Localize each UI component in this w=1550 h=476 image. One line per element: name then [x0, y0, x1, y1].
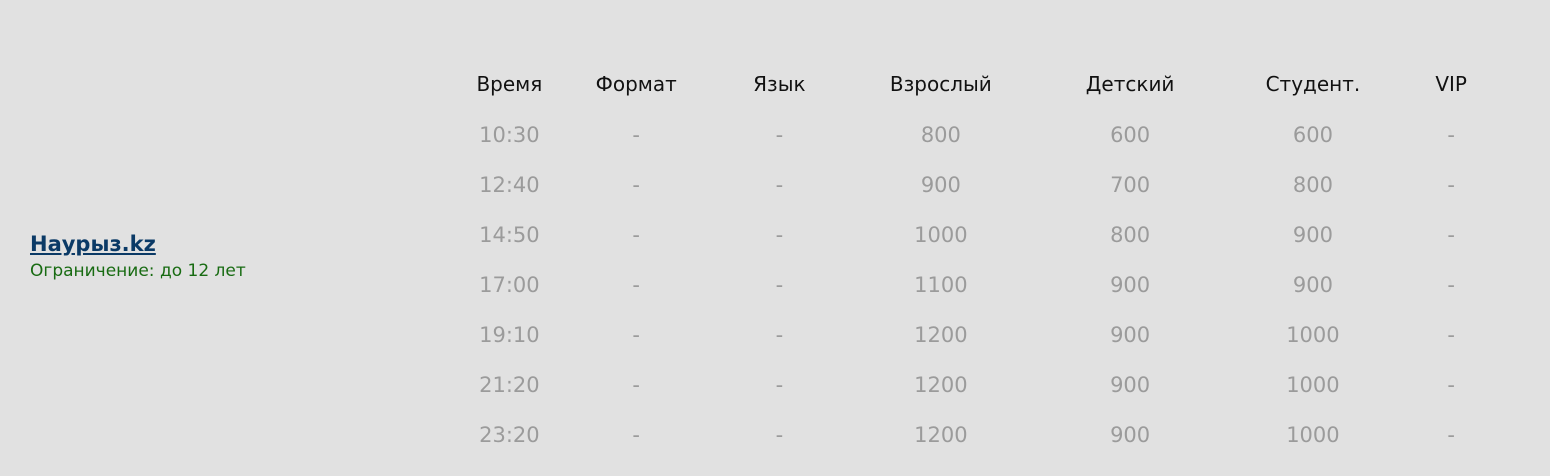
cell-child-price: 900	[1110, 423, 1151, 447]
header-format: Формат	[595, 72, 677, 96]
cell-student-price: 1000	[1286, 323, 1340, 347]
table-row: 12:40 - - 900 700 800 -	[440, 160, 1520, 210]
cell-language: -	[775, 373, 784, 397]
header-time: Время	[476, 72, 543, 96]
cell-time: 19:10	[479, 323, 540, 347]
cell-vip-price: -	[1447, 373, 1455, 397]
header-student: Студент.	[1265, 72, 1361, 96]
schedule-header-row: Время Формат Язык Взрослый Детский Студе…	[440, 58, 1520, 110]
cell-time: 21:20	[479, 373, 540, 397]
cell-time: 17:00	[479, 273, 540, 297]
cell-language: -	[775, 173, 784, 197]
cell-language: -	[775, 123, 784, 147]
cell-vip-price: -	[1447, 423, 1455, 447]
movie-info: Наурыз.kz Ограничение: до 12 лет	[30, 230, 246, 283]
cell-time: 23:20	[479, 423, 540, 447]
header-adult: Взрослый	[889, 72, 992, 96]
cell-language: -	[775, 323, 784, 347]
cell-format: -	[632, 173, 640, 197]
cell-vip-price: -	[1447, 323, 1455, 347]
header-language: Язык	[753, 72, 806, 96]
header-child: Детский	[1085, 72, 1175, 96]
cell-language: -	[775, 223, 784, 247]
cell-time: 10:30	[479, 123, 540, 147]
cell-format: -	[632, 423, 640, 447]
age-restriction: Ограничение: до 12 лет	[30, 261, 246, 281]
cell-child-price: 800	[1110, 223, 1151, 247]
table-row: 21:20 - - 1200 900 1000 -	[440, 360, 1520, 410]
header-vip: VIP	[1435, 72, 1467, 96]
cell-adult-price: 1200	[914, 373, 968, 397]
cell-format: -	[632, 123, 640, 147]
table-row: 17:00 - - 1100 900 900 -	[440, 260, 1520, 310]
table-row: 14:50 - - 1000 800 900 -	[440, 210, 1520, 260]
schedule-table: Время Формат Язык Взрослый Детский Студе…	[440, 58, 1520, 460]
cell-time: 12:40	[479, 173, 540, 197]
cell-student-price: 1000	[1286, 373, 1340, 397]
cell-time: 14:50	[479, 223, 540, 247]
cell-child-price: 900	[1110, 273, 1151, 297]
cell-adult-price: 800	[920, 123, 961, 147]
cell-format: -	[632, 273, 640, 297]
cell-student-price: 800	[1292, 173, 1333, 197]
cell-format: -	[632, 373, 640, 397]
cell-child-price: 700	[1110, 173, 1151, 197]
cell-vip-price: -	[1447, 123, 1455, 147]
cell-child-price: 900	[1110, 323, 1151, 347]
cell-student-price: 600	[1292, 123, 1333, 147]
cell-adult-price: 1200	[914, 323, 968, 347]
cell-vip-price: -	[1447, 223, 1455, 247]
movie-title-link[interactable]: Наурыз.kz	[30, 230, 246, 258]
table-row: 19:10 - - 1200 900 1000 -	[440, 310, 1520, 360]
cell-adult-price: 1100	[914, 273, 968, 297]
cell-child-price: 600	[1110, 123, 1151, 147]
cell-format: -	[632, 223, 640, 247]
cell-language: -	[775, 273, 784, 297]
cell-child-price: 900	[1110, 373, 1151, 397]
cell-student-price: 900	[1292, 223, 1333, 247]
table-row: 23:20 - - 1200 900 1000 -	[440, 410, 1520, 460]
cell-adult-price: 1000	[914, 223, 968, 247]
cell-format: -	[632, 323, 640, 347]
cell-student-price: 1000	[1286, 423, 1340, 447]
cell-adult-price: 900	[920, 173, 961, 197]
cell-vip-price: -	[1447, 173, 1455, 197]
cell-language: -	[775, 423, 784, 447]
cell-student-price: 900	[1292, 273, 1333, 297]
cell-vip-price: -	[1447, 273, 1455, 297]
cell-adult-price: 1200	[914, 423, 968, 447]
table-row: 10:30 - - 800 600 600 -	[440, 110, 1520, 160]
